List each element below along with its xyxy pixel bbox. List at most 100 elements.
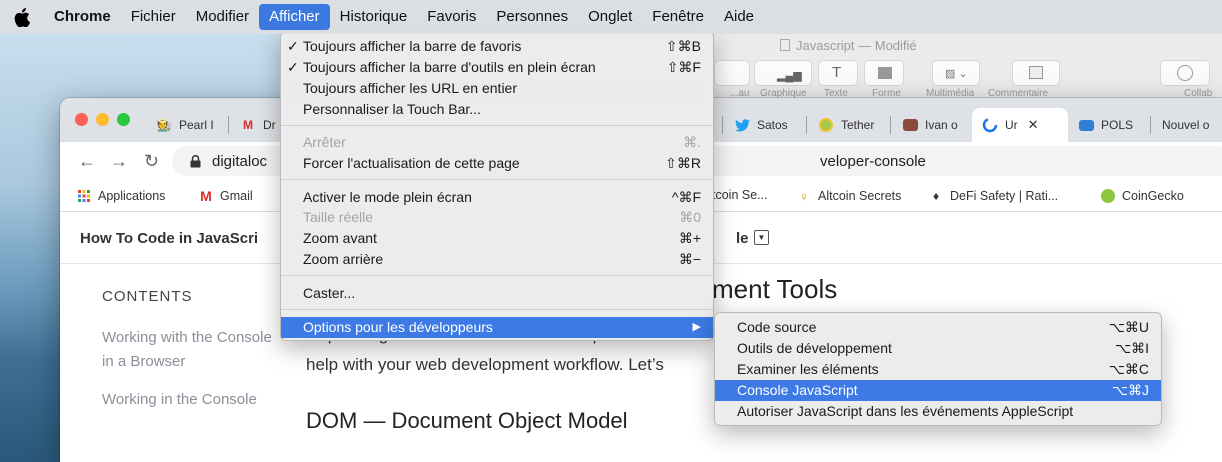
- menu-separator: [281, 309, 713, 310]
- menu-fichier[interactable]: Fichier: [121, 4, 186, 30]
- menu-item-cast[interactable]: Caster...: [281, 283, 713, 304]
- menu-item-show-full-urls[interactable]: Toujours afficher les URL en entier: [281, 78, 713, 99]
- video-icon: [902, 117, 918, 133]
- article-title: How To Code in JavaScri: [80, 230, 259, 247]
- person-icon: 🧑‍🌾: [156, 118, 172, 132]
- apple-icon[interactable]: [14, 7, 44, 27]
- toolbar-button-collab[interactable]: [1160, 60, 1210, 86]
- forward-arrow-icon[interactable]: →: [110, 151, 128, 171]
- menu-item-customize-touch-bar[interactable]: Personnaliser la Touch Bar...: [281, 99, 713, 120]
- menu-item-developer-options[interactable]: Options pour les développeurs ▶: [281, 317, 713, 338]
- close-tab-icon[interactable]: ✕: [1028, 117, 1039, 133]
- toolbar-button-media[interactable]: ▨ ⌄: [932, 60, 980, 86]
- tab-separator: [722, 116, 723, 134]
- menu-personnes[interactable]: Personnes: [486, 4, 578, 30]
- shape-icon: [878, 67, 892, 79]
- menu-chrome[interactable]: Chrome: [44, 4, 121, 30]
- menu-bar: Chrome Fichier Modifier Afficher Histori…: [0, 0, 1222, 34]
- checkmark-icon: ✓: [287, 59, 299, 75]
- toolbar-button-chart[interactable]: ▂▄▆: [754, 60, 812, 86]
- afficher-menu: ✓ Toujours afficher la barre de favoris …: [280, 31, 714, 341]
- tab-gmail[interactable]: M Dr: [230, 108, 280, 142]
- comment-icon: [1029, 66, 1043, 79]
- pages-window-title: Javascript — Modifié: [780, 38, 917, 53]
- menu-favoris[interactable]: Favoris: [417, 4, 486, 30]
- menu-item-zoom-out[interactable]: Zoom arrière ⌘−: [281, 249, 713, 270]
- tab-separator: [228, 116, 229, 134]
- text-icon: T: [832, 64, 842, 81]
- url-text: digitaloc: [212, 152, 268, 170]
- menu-historique[interactable]: Historique: [330, 4, 418, 30]
- menu-item-show-bookmarks-bar[interactable]: ✓ Toujours afficher la barre de favoris …: [281, 36, 713, 57]
- tab-active-console[interactable]: Ur ✕: [972, 108, 1068, 142]
- close-window-button[interactable]: [75, 113, 88, 126]
- person-icon: ♀: [799, 188, 809, 204]
- article-title-tail: le: [736, 230, 749, 247]
- section-heading: DOM — Document Object Model: [306, 408, 628, 433]
- toc-item[interactable]: Working with the Console in a Browser: [102, 326, 282, 374]
- menu-separator: [281, 179, 713, 180]
- menu-item-enter-fullscreen[interactable]: Activer le mode plein écran ^⌘F: [281, 187, 713, 208]
- toolbar-button-comment[interactable]: [1012, 60, 1060, 86]
- media-icon: ▨ ⌄: [945, 68, 968, 80]
- document-icon: [780, 39, 790, 51]
- menu-aide[interactable]: Aide: [714, 4, 764, 30]
- menu-separator: [281, 125, 713, 126]
- menu-onglet[interactable]: Onglet: [578, 4, 642, 30]
- submenu-arrow-icon: ▶: [692, 321, 701, 333]
- menu-item-view-source[interactable]: Code source ⌥⌘U: [715, 317, 1161, 338]
- minimize-window-button[interactable]: [96, 113, 109, 126]
- tab-new[interactable]: Nouvel o: [1152, 108, 1222, 142]
- gecko-icon: [1100, 188, 1116, 204]
- gmail-icon: M: [243, 118, 253, 132]
- collab-icon: [1177, 65, 1193, 81]
- spinner-icon: [982, 117, 998, 133]
- menu-item-show-toolbar-fullscreen[interactable]: ✓ Toujours afficher la barre d'outils en…: [281, 57, 713, 78]
- url-text-tail: veloper-console: [820, 152, 926, 170]
- toc-item[interactable]: Working in the Console: [102, 388, 282, 412]
- twitter-icon: [734, 117, 750, 133]
- paragraph-line: help with your web development workflow.…: [306, 355, 664, 374]
- back-arrow-icon[interactable]: ←: [78, 151, 96, 171]
- bookmark-altcoin-secrets[interactable]: ♀ Altcoin Secrets: [796, 188, 901, 204]
- gmail-icon: M: [200, 188, 212, 204]
- menu-fenetre[interactable]: Fenêtre: [642, 4, 714, 30]
- tab-separator: [806, 116, 807, 134]
- pages-window: Javascript — Modifié ▂▄▆ T ▨ ⌄ ...au Gra…: [700, 34, 1222, 104]
- bookmark-gmail[interactable]: M Gmail: [198, 188, 253, 204]
- menu-modifier[interactable]: Modifier: [186, 4, 259, 30]
- tab-ivan[interactable]: Ivan o: [892, 108, 972, 142]
- defi-icon: ♦: [932, 189, 940, 203]
- chevron-down-icon[interactable]: ▼: [754, 230, 769, 245]
- cloud-icon: [1078, 117, 1094, 133]
- tab-separator: [1150, 116, 1151, 134]
- menu-afficher[interactable]: Afficher: [259, 4, 330, 30]
- toc-heading: CONTENTS: [102, 288, 193, 305]
- reload-icon[interactable]: ↻: [144, 151, 159, 171]
- menu-item-force-reload[interactable]: Forcer l'actualisation de cette page ⇧⌘R: [281, 153, 713, 174]
- menu-item-javascript-console[interactable]: Console JavaScript ⌥⌘J: [715, 380, 1161, 401]
- lock-icon: [190, 154, 202, 168]
- menu-item-stop: Arrêter ⌘.: [303, 134, 701, 150]
- tab-satos[interactable]: Satos: [724, 108, 804, 142]
- tab-pols[interactable]: POLS: [1068, 108, 1148, 142]
- bookmark-applications[interactable]: Applications: [76, 188, 165, 204]
- checkmark-icon: ✓: [287, 38, 299, 54]
- menu-item-inspect-elements[interactable]: Examiner les éléments ⌥⌘C: [715, 359, 1161, 380]
- bookmark-tcoin[interactable]: tcoin Se...: [712, 188, 768, 202]
- toolbar-button-text[interactable]: T: [818, 60, 858, 86]
- menu-item-developer-tools[interactable]: Outils de développement ⌥⌘I: [715, 338, 1161, 359]
- menu-separator: [281, 275, 713, 276]
- coin-icon: [818, 117, 834, 133]
- tab-tether[interactable]: Tether: [808, 108, 888, 142]
- developer-submenu: Code source ⌥⌘U Outils de développement …: [714, 312, 1162, 426]
- bookmark-coingecko[interactable]: CoinGecko: [1100, 188, 1184, 204]
- menu-item-zoom-in[interactable]: Zoom avant ⌘+: [281, 228, 713, 249]
- chart-icon: ▂▄▆: [777, 70, 802, 82]
- toolbar-button-table[interactable]: [714, 60, 750, 86]
- zoom-window-button[interactable]: [117, 113, 130, 126]
- toolbar-button-shape[interactable]: [864, 60, 904, 86]
- bookmark-defi-safety[interactable]: ♦ DeFi Safety | Rati...: [928, 188, 1058, 204]
- tab-pearl[interactable]: 🧑‍🌾 Pearl I: [146, 108, 226, 142]
- menu-item-allow-javascript-applescript[interactable]: Autoriser JavaScript dans les événements…: [715, 401, 1161, 422]
